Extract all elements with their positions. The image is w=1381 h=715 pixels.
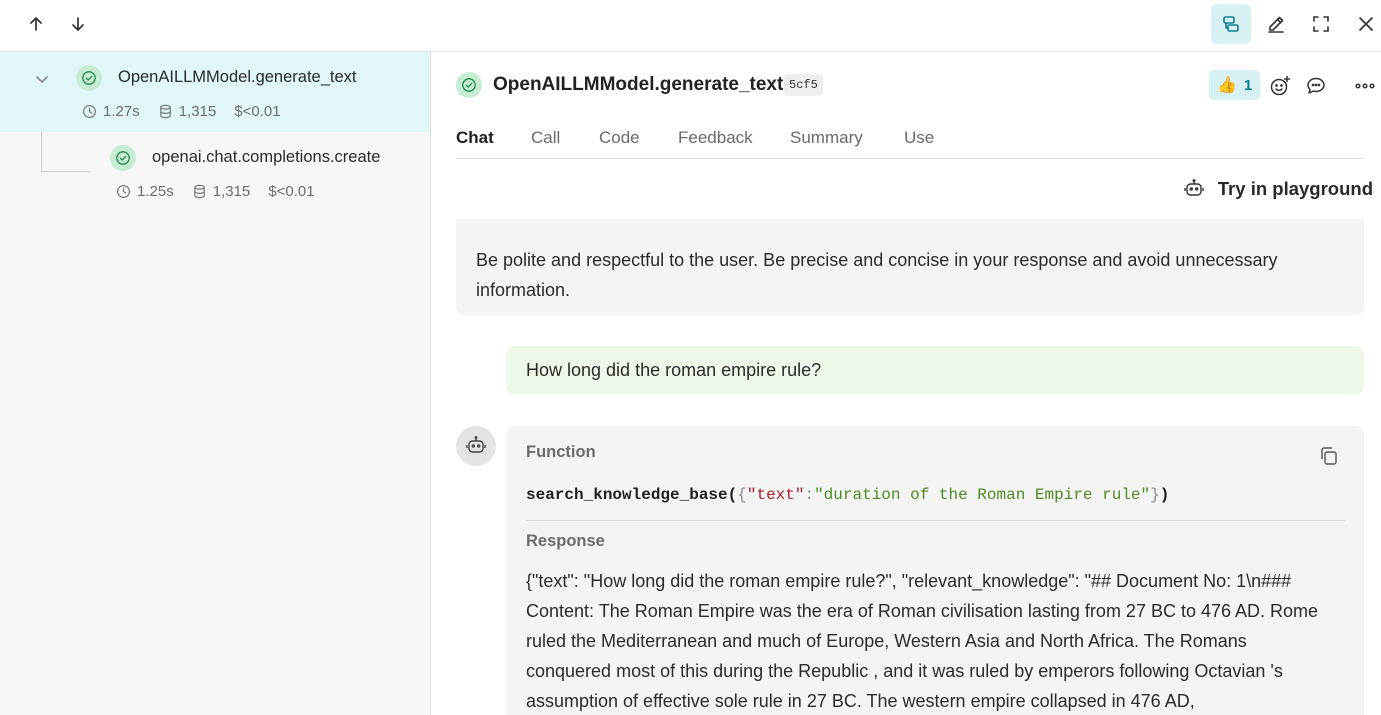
- arrow-up-icon[interactable]: [16, 4, 56, 44]
- tree-node-child[interactable]: openai.chat.completions.create 1.25s 1,3…: [0, 132, 430, 212]
- thumbs-up-icon: 👍: [1217, 77, 1237, 94]
- thumbs-up-reaction[interactable]: 👍 1: [1209, 70, 1261, 100]
- response-text: {"text": "How long did the roman empire …: [526, 571, 1319, 711]
- call-id-badge[interactable]: 5cf5: [784, 74, 823, 96]
- detail-tabs: Chat Call Code Feedback Summary Use: [456, 122, 1364, 159]
- robot-icon: [1184, 179, 1204, 196]
- arg-value: "duration of the Roman Empire rule": [814, 486, 1151, 504]
- close-paren: ): [1159, 486, 1170, 504]
- assistant-avatar: [456, 426, 496, 466]
- close-icon[interactable]: [1346, 4, 1381, 44]
- copy-icon[interactable]: [1318, 445, 1340, 467]
- call-detail-panel: OpenAILLMModel.generate_text 5cf5 👍 1 Ch…: [431, 52, 1381, 715]
- arg-key: "text": [746, 486, 805, 504]
- arg-colon: :: [804, 486, 815, 504]
- tree-node-meta: 1.27s 1,315 $<0.01: [82, 103, 299, 120]
- user-message-text: How long did the roman empire rule?: [526, 359, 822, 380]
- cost-value: $<0.01: [234, 103, 281, 120]
- success-check-icon: [110, 145, 136, 171]
- user-message: How long did the roman empire rule?: [506, 346, 1364, 394]
- tree-node-root[interactable]: OpenAILLMModel.generate_text 1.27s 1,315…: [0, 52, 430, 132]
- function-label: Function: [526, 443, 596, 461]
- try-in-playground-button[interactable]: Try in playground: [1183, 178, 1373, 200]
- comment-icon[interactable]: [1304, 74, 1328, 98]
- database-icon: [193, 184, 205, 199]
- call-tree-panel: OpenAILLMModel.generate_text 1.27s 1,315…: [0, 52, 431, 715]
- token-count: 1,315: [178, 103, 217, 120]
- tree-view-icon[interactable]: [1211, 4, 1251, 44]
- tab-call[interactable]: Call: [531, 128, 560, 148]
- tree-node-title: openai.chat.completions.create: [152, 148, 381, 166]
- database-icon: [159, 104, 171, 119]
- function-call-code: search_knowledge_base({"text":"duration …: [526, 486, 1169, 504]
- token-count: 1,315: [212, 183, 251, 200]
- tree-node-meta: 1.25s 1,315 $<0.01: [116, 183, 333, 200]
- reaction-count: 1: [1243, 76, 1253, 94]
- pencil-icon[interactable]: [1256, 4, 1296, 44]
- latency-value: 1.27s: [103, 103, 140, 120]
- tree-node-title: OpenAILLMModel.generate_text: [118, 68, 357, 86]
- latency-value: 1.25s: [137, 183, 174, 200]
- clock-icon: [82, 104, 97, 119]
- tab-chat[interactable]: Chat: [456, 128, 494, 148]
- fullscreen-icon[interactable]: [1301, 4, 1341, 44]
- close-brace: }: [1150, 486, 1160, 504]
- response-label: Response: [526, 532, 605, 550]
- playground-label: Try in playground: [1217, 178, 1373, 199]
- top-toolbar: [0, 0, 1381, 52]
- arrow-down-icon[interactable]: [58, 4, 98, 44]
- tab-code[interactable]: Code: [599, 128, 640, 148]
- cost-value: $<0.01: [268, 183, 315, 200]
- more-options-icon[interactable]: [1353, 74, 1377, 98]
- call-title: OpenAILLMModel.generate_text: [493, 74, 784, 95]
- clock-icon: [116, 184, 131, 199]
- tab-feedback[interactable]: Feedback: [678, 128, 753, 148]
- function-call-message: Function search_knowledge_base({"text":"…: [506, 426, 1364, 715]
- function-name: search_knowledge_base: [526, 486, 728, 504]
- success-check-icon: [456, 72, 482, 98]
- tab-summary[interactable]: Summary: [790, 128, 863, 148]
- divider: [526, 520, 1345, 521]
- success-check-icon: [76, 65, 102, 91]
- add-reaction-icon[interactable]: [1268, 74, 1292, 98]
- robot-icon: [466, 436, 486, 453]
- system-message: Be polite and respectful to the user. Be…: [456, 219, 1364, 315]
- open-paren: (: [727, 486, 738, 504]
- tab-use[interactable]: Use: [904, 128, 934, 148]
- open-brace: {: [737, 486, 747, 504]
- chevron-down-icon[interactable]: [32, 69, 52, 89]
